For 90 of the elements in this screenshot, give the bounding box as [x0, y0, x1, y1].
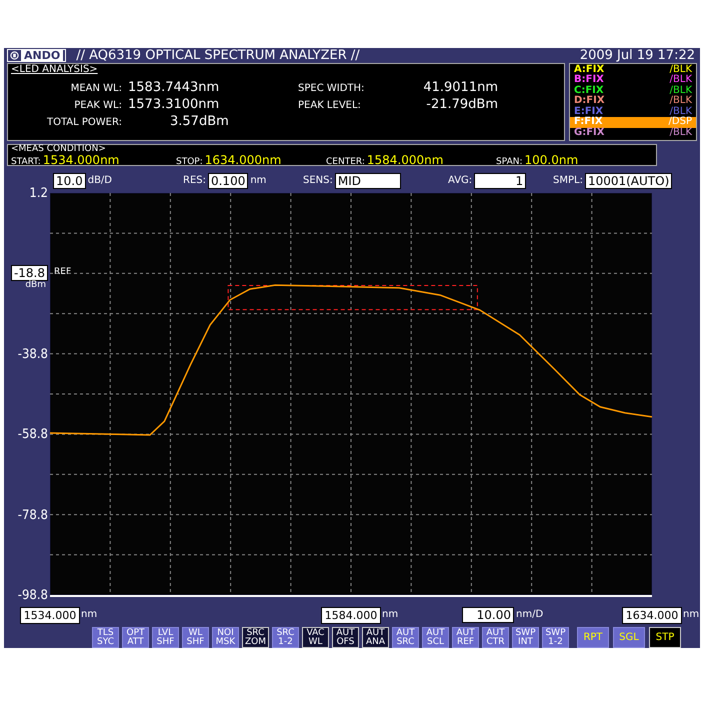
field-value: 1573.3100nm: [128, 96, 220, 112]
soft-key[interactable]: SWP INT: [512, 627, 539, 648]
unit-label: nm: [250, 176, 266, 186]
unit-label: dB/D: [88, 176, 112, 186]
setting-field[interactable]: 10001(AUTO): [584, 173, 672, 189]
panel-title: <MEAS CONDITION>: [11, 144, 106, 154]
sweep-key[interactable]: SGL: [613, 627, 645, 648]
setting-field[interactable]: 0.100: [208, 173, 248, 189]
soft-key[interactable]: OPT ATT: [122, 627, 149, 648]
logo-icon: [10, 50, 19, 60]
unit-label: nm: [683, 610, 700, 620]
soft-key[interactable]: TLS SYC: [92, 627, 119, 648]
soft-key[interactable]: AUT CTR: [482, 627, 509, 648]
datetime: 2009 Jul 19 17:22: [580, 48, 695, 62]
trace-label: B:FIX: [574, 75, 604, 86]
y-tick-label: 1.2: [29, 187, 48, 200]
setting-label: SENS:: [303, 176, 333, 186]
soft-key[interactable]: SRC ZOM: [242, 627, 269, 648]
trace-label: C:FIX: [574, 86, 604, 96]
trace-mode: /DSP: [668, 117, 692, 128]
setting-label: AVG:: [448, 176, 472, 186]
soft-key[interactable]: SWP 1-2: [542, 627, 569, 648]
field-label: PEAK LEVEL:: [298, 98, 362, 113]
soft-key[interactable]: AUT OFS: [332, 627, 359, 648]
soft-key[interactable]: AUT SCL: [422, 627, 449, 648]
unit-label: nm/D: [516, 610, 544, 620]
x-tick-field[interactable]: 1584.000: [321, 607, 381, 624]
setting-field[interactable]: MID: [334, 173, 401, 189]
unit-label: dBm: [25, 281, 46, 290]
trace-label: F:FIX: [574, 117, 603, 128]
y-tick-label: -58.8: [18, 428, 48, 442]
field-label: CENTER:: [326, 158, 365, 167]
field-label: START:: [11, 158, 41, 167]
field-value: -21.79dBm: [425, 96, 498, 112]
field-label: MEAN WL:: [70, 82, 122, 96]
logo: ANDO: [7, 48, 66, 62]
y-tick-label: -38.8: [18, 348, 48, 361]
field-value: 100.0nm: [524, 154, 578, 166]
soft-key[interactable]: WL SHF: [182, 627, 209, 648]
trace-mode: /BLK: [670, 64, 692, 75]
trace-item[interactable]: E:FIX /BLK: [570, 106, 696, 118]
trace-label: E:FIX: [574, 106, 604, 117]
field-value: 1534.000nm: [42, 154, 120, 166]
field-value: 1583.7443nm: [128, 80, 220, 95]
trace-mode: /BLK: [670, 75, 692, 86]
field-label: SPEC WIDTH:: [298, 82, 366, 96]
ref-level-field[interactable]: -18.8: [10, 265, 48, 282]
y-tick-label: -98.8: [18, 589, 48, 602]
soft-key[interactable]: AUT ANA: [362, 627, 389, 648]
soft-key[interactable]: NOI MSK: [212, 627, 239, 648]
trace-label: D:FIX: [574, 96, 605, 106]
soft-key[interactable]: SRC 1-2: [272, 627, 299, 648]
x-tick-field[interactable]: 1534.000: [20, 607, 80, 624]
y-tick-label: -78.8: [18, 508, 48, 522]
field-value: 41.9011nm: [422, 80, 498, 95]
x-tick-field[interactable]: 1634.000: [622, 607, 682, 624]
ref-label: REF: [54, 268, 72, 278]
trace-item[interactable]: C:FIX /BLK: [570, 86, 696, 96]
unit-label: nm: [81, 610, 98, 620]
field-value: 1634.000nm: [204, 154, 282, 166]
setting-field[interactable]: 10.0: [53, 173, 86, 189]
soft-key[interactable]: AUT REF: [452, 627, 479, 648]
unit-label: nm: [382, 610, 398, 620]
span-per-division-field[interactable]: 10.00: [462, 607, 514, 623]
trace-mode: /BLK: [670, 128, 692, 139]
panel-title: <LED ANALYSIS>: [11, 64, 98, 75]
sweep-key[interactable]: RPT: [577, 627, 609, 648]
setting-label: RES:: [183, 176, 206, 186]
window-title: // AQ6319 OPTICAL SPECTRUM ANALYZER //: [76, 48, 360, 62]
setting-label: SMPL:: [553, 176, 583, 186]
soft-key[interactable]: AUT SRC: [392, 627, 419, 648]
field-label: TOTAL POWER:: [46, 116, 122, 130]
trace-mode: /BLK: [670, 106, 692, 117]
trace-item[interactable]: D:FIX /BLK: [570, 96, 696, 107]
trace-label: G:FIX: [574, 128, 604, 139]
soft-key[interactable]: LVL SHF: [152, 627, 179, 648]
trace-item[interactable]: A:FIX /BLK: [570, 64, 696, 76]
field-label: PEAK WL:: [73, 98, 122, 113]
soft-key[interactable]: VAC WL: [302, 627, 329, 648]
field-label: SPAN:: [496, 158, 522, 167]
field-label: STOP:: [176, 158, 203, 167]
trace-mode: /BLK: [670, 96, 692, 106]
field-value: 1584.000nm: [366, 154, 444, 166]
trace-mode: /BLK: [670, 86, 692, 96]
setting-field[interactable]: 1: [474, 173, 526, 189]
sweep-key[interactable]: STP: [649, 627, 681, 648]
field-value: 3.57dBm: [169, 114, 229, 129]
trace-item[interactable]: G:FIX /BLK: [570, 128, 696, 139]
trace-label: A:FIX: [574, 64, 604, 75]
trace-item[interactable]: B:FIX /BLK: [570, 75, 696, 86]
